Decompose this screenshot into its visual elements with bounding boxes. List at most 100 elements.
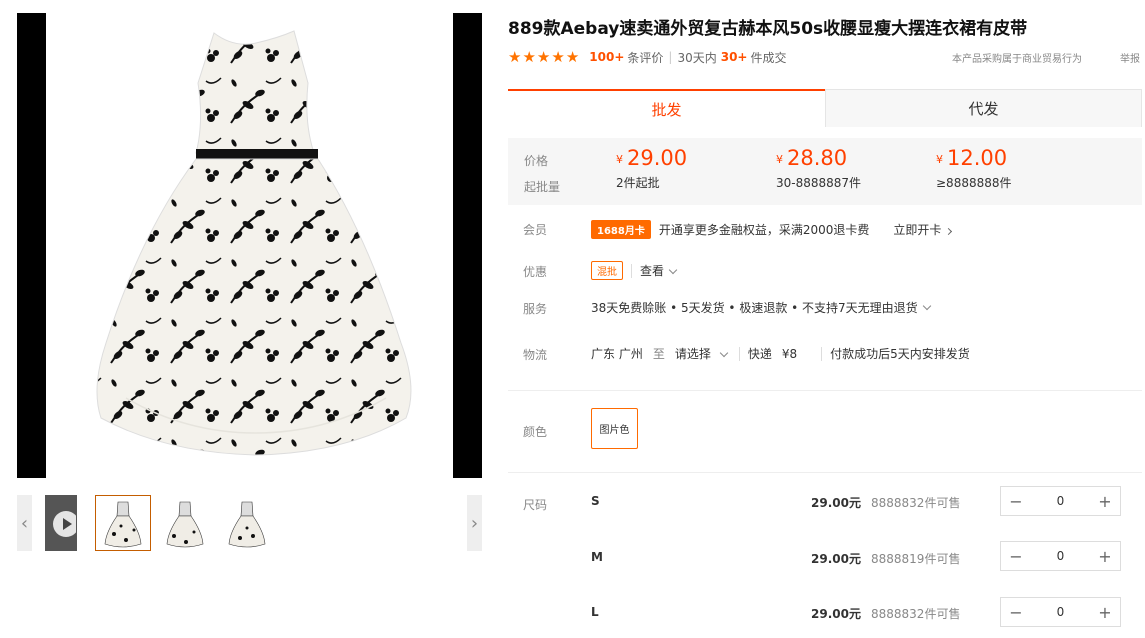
thumbnail-dress-image: [220, 496, 274, 550]
product-title: 889款Aebay速卖通外贸复古赫本风50s收腰显瘦大摆连衣裙有皮带: [508, 19, 1028, 39]
currency-symbol: ¥: [776, 153, 783, 166]
decrease-button[interactable]: −: [1001, 487, 1031, 515]
service-label: 服务: [523, 302, 548, 316]
price-tier-3: ¥12.00 ≥8888888件: [936, 146, 1012, 191]
ship-to-label: 至: [652, 347, 665, 361]
dress-illustration: [96, 30, 412, 456]
separator: [821, 346, 823, 361]
increase-button[interactable]: +: [1090, 542, 1120, 570]
rating-row: ★ ★ ★ ★ ★ 100+ 条评价 | 30天内 30+ 件成交: [508, 49, 787, 65]
decrease-button[interactable]: −: [1001, 542, 1031, 570]
size-stock: 8888819件可售: [871, 552, 961, 566]
purchase-mode-tabs: 批发 代发: [508, 89, 1142, 127]
divider: [508, 390, 1142, 391]
tab-wholesale[interactable]: 批发: [508, 89, 825, 127]
thumbnail-dress-image: [96, 496, 150, 550]
sales-period: 30天内: [677, 50, 717, 65]
open-card-label: 立即开卡: [893, 223, 942, 237]
star-rating: ★ ★ ★ ★ ★: [508, 49, 579, 65]
size-stock: 8888832件可售: [871, 496, 961, 510]
size-price: 29.00元: [811, 552, 861, 566]
star-icon: ★: [508, 48, 522, 66]
destination-select[interactable]: 请选择: [674, 345, 729, 362]
color-label: 颜色: [523, 425, 548, 439]
decrease-button[interactable]: −: [1001, 598, 1031, 626]
thumbnail-1[interactable]: [95, 495, 151, 551]
view-discount-label: 查看: [640, 264, 665, 278]
tier-moq: 30-8888887件: [776, 176, 862, 190]
shipping-note: 付款成功后5天内安排发货: [830, 347, 970, 361]
size-name: M: [591, 550, 603, 564]
sales-label: 件成交: [750, 50, 787, 65]
price-tier-1: ¥29.00 2件起批: [616, 146, 687, 191]
thumbnail-video[interactable]: [45, 495, 77, 551]
separator: [738, 346, 740, 361]
size-label: 尺码: [523, 498, 548, 512]
mixed-batch-badge: 混批: [591, 261, 623, 280]
price-label: 价格: [524, 154, 549, 168]
play-icon: [53, 511, 76, 537]
increase-button[interactable]: +: [1090, 598, 1120, 626]
dress-photo: [46, 13, 453, 478]
increase-button[interactable]: +: [1090, 487, 1120, 515]
separator: |: [668, 50, 673, 64]
chevron-right-icon: [945, 227, 953, 236]
quantity-stepper: − +: [1000, 541, 1121, 571]
color-option-picture[interactable]: 图片色: [591, 408, 638, 449]
chevron-down-icon: [668, 265, 678, 275]
currency-symbol: ¥: [936, 153, 943, 166]
price-block: 价格 起批量 ¥29.00 2件起批 ¥28.80 30-8888887件 ¥1…: [508, 138, 1142, 205]
tier-moq: ≥8888888件: [936, 176, 1012, 190]
member-card-badge: 1688月卡: [591, 220, 651, 239]
member-label: 会员: [523, 223, 548, 237]
thumbnail-3[interactable]: [219, 495, 275, 551]
moq-label: 起批量: [524, 180, 561, 194]
size-price: 29.00元: [811, 496, 861, 510]
procure-note: 本产品采购属于商业贸易行为: [952, 54, 1082, 65]
open-card-link[interactable]: 立即开卡: [893, 221, 953, 238]
member-benefit-text: 开通享更多金融权益，采满2000退卡费: [658, 223, 870, 237]
destination-value: 请选择: [674, 347, 711, 361]
price-tier-2: ¥28.80 30-8888887件: [776, 146, 861, 191]
shipping-fee: ¥8: [781, 346, 798, 361]
tier-price: 12.00: [947, 146, 1008, 170]
view-discount-link[interactable]: 查看: [640, 262, 678, 279]
discount-label: 优惠: [523, 265, 548, 279]
tier-price: 29.00: [627, 146, 688, 170]
sales-count: 30+: [720, 50, 748, 64]
tier-moq: 2件起批: [616, 176, 660, 190]
member-row: 1688月卡 开通享更多金融权益，采满2000退卡费 立即开卡: [591, 220, 953, 239]
star-icon: ★: [522, 48, 536, 66]
quantity-stepper: − +: [1000, 486, 1121, 516]
express-label: 快递: [747, 347, 772, 361]
star-icon: ★: [551, 48, 565, 66]
thumbnail-2[interactable]: [157, 495, 213, 551]
star-icon: ★: [536, 48, 551, 66]
logistics-row: 广东 广州 至 请选择 快递 ¥8 付款成功后5天内安排发货: [591, 345, 970, 362]
thumbnail-prev-button[interactable]: ‹: [17, 495, 32, 551]
main-product-image[interactable]: [17, 13, 482, 478]
chevron-down-icon: [719, 348, 729, 358]
thumbnail-next-button[interactable]: ›: [467, 495, 482, 551]
ship-origin: 广东 广州: [591, 347, 643, 361]
size-name: S: [591, 494, 600, 508]
chevron-down-icon: [922, 301, 931, 310]
reviews-count[interactable]: 100+: [589, 50, 624, 64]
separator: [631, 263, 632, 278]
size-name: L: [591, 605, 599, 619]
size-stock: 8888832件可售: [871, 607, 961, 621]
divider: [508, 472, 1142, 473]
discount-row: 混批 查看: [591, 261, 678, 280]
star-icon: ★: [565, 48, 580, 66]
quantity-input[interactable]: [1031, 494, 1090, 508]
quantity-input[interactable]: [1031, 549, 1090, 563]
tier-price: 28.80: [787, 146, 848, 170]
size-price: 29.00元: [811, 607, 861, 621]
logistics-label: 物流: [523, 348, 548, 362]
reviews-label[interactable]: 条评价: [627, 49, 663, 66]
thumbnail-dress-image: [158, 496, 212, 550]
quantity-input[interactable]: [1031, 605, 1090, 619]
report-link[interactable]: 举报: [1120, 50, 1140, 65]
service-row[interactable]: 38天免费赊账 • 5天发货 • 极速退款 • 不支持7天无理由退货: [591, 299, 931, 316]
tab-dropship[interactable]: 代发: [825, 89, 1142, 127]
